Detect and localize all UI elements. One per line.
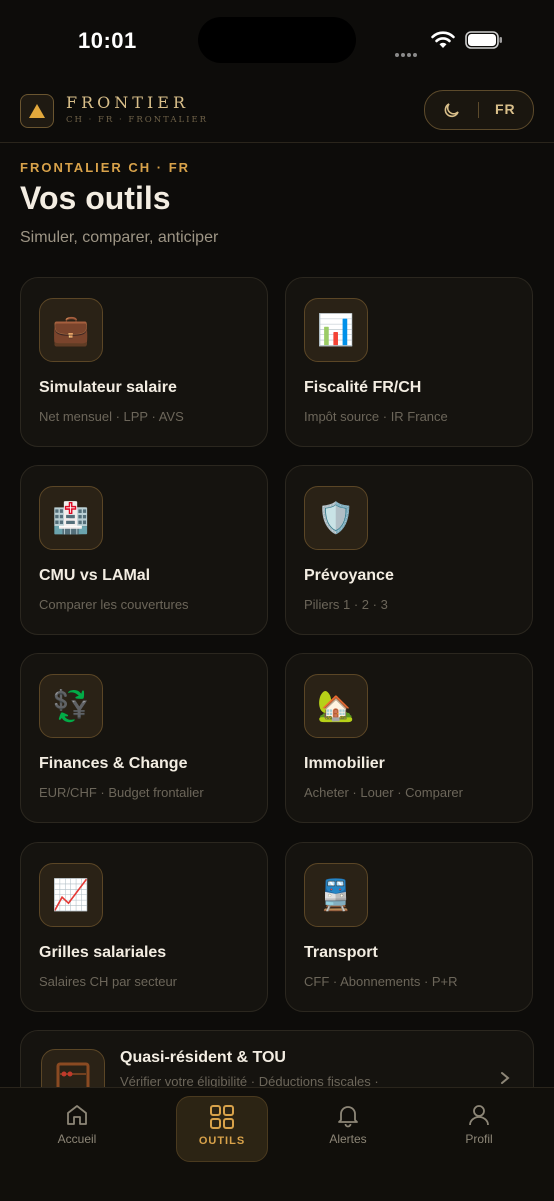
tool-card-subtitle: Impôt source · IR France: [304, 409, 448, 424]
tab-label: OUTILS: [198, 1135, 246, 1147]
language-button[interactable]: FR: [495, 101, 516, 117]
train-icon: 🚆: [304, 863, 368, 927]
user-icon: [469, 1105, 489, 1126]
tool-card-prevoyance[interactable]: 🛡️ Prévoyance Piliers 1 · 2 · 3: [285, 465, 533, 635]
tool-card-fiscalite[interactable]: 📊 Fiscalité FR/CH Impôt source · IR Fran…: [285, 277, 533, 447]
theme-language-toggle[interactable]: FR: [424, 90, 534, 130]
bell-icon: [338, 1106, 358, 1128]
tool-card-grilles-salariales[interactable]: 📈 Grilles salariales Salaires CH par sec…: [20, 842, 268, 1012]
tool-card-title: Simulateur salaire: [39, 379, 177, 396]
tool-card-immobilier[interactable]: 🏡 Immobilier Acheter · Louer · Comparer: [285, 653, 533, 823]
tool-card-title: Transport: [304, 944, 378, 961]
tool-card-subtitle: Piliers 1 · 2 · 3: [304, 597, 388, 612]
brand-subtitle: CH · FR · FRONTALIER: [66, 115, 209, 125]
brand-name: FRONTIER: [66, 93, 189, 112]
tool-card-title: Immobilier: [304, 755, 385, 772]
tab-label: Alertes: [329, 1132, 367, 1146]
app-logo: [20, 94, 54, 128]
chevron-right-icon: [501, 1072, 510, 1084]
currency-exchange-icon: 💱: [39, 674, 103, 738]
battery-icon: [465, 31, 502, 49]
shield-icon: 🛡️: [304, 486, 368, 550]
tool-card-simulateur-salaire[interactable]: 💼 Simulateur salaire Net mensuel · LPP ·…: [20, 277, 268, 447]
cellular-signal-icon: [395, 44, 421, 57]
page-title: Vos outils: [20, 180, 171, 216]
tool-card-subtitle: Salaires CH par secteur: [39, 974, 177, 989]
app-header: FRONTIER CH · FR · FRONTALIER FR: [0, 80, 554, 143]
bar-chart-icon: 📊: [304, 298, 368, 362]
tool-card-title: CMU vs LAMal: [39, 567, 151, 584]
wifi-icon: [431, 31, 455, 48]
briefcase-icon: 💼: [39, 298, 103, 362]
tab-label: Accueil: [57, 1132, 97, 1146]
hospital-icon: 🏥: [39, 486, 103, 550]
dynamic-island: [198, 17, 356, 63]
tab-label: Profil: [465, 1132, 493, 1146]
tool-card-subtitle: Net mensuel · LPP · AVS: [39, 409, 184, 424]
moon-icon[interactable]: [443, 101, 461, 119]
tool-card-title: Grilles salariales: [39, 944, 167, 961]
triangle-logo-icon: [29, 104, 45, 118]
tool-card-title: Fiscalité FR/CH: [304, 379, 422, 396]
tool-card-subtitle: EUR/CHF · Budget frontalier: [39, 785, 204, 800]
page-subtitle: Simuler, comparer, anticiper: [20, 229, 219, 246]
section-eyebrow: FRONTALIER CH · FR: [20, 160, 191, 175]
status-bar: 10:01: [0, 0, 554, 80]
tab-alertes[interactable]: Alertes: [303, 1096, 393, 1160]
bottom-tab-bar: Accueil OUTILS Alertes Profil: [0, 1087, 554, 1201]
status-time: 10:01: [78, 28, 137, 53]
tool-card-subtitle: Acheter · Louer · Comparer: [304, 785, 463, 800]
tab-outils[interactable]: OUTILS: [176, 1096, 268, 1162]
tool-card-cmu-lamal[interactable]: 🏥 CMU vs LAMal Comparer les couvertures: [20, 465, 268, 635]
tool-card-subtitle: CFF · Abonnements · P+R: [304, 974, 458, 989]
tool-card-title: Quasi-résident & TOU: [120, 1049, 286, 1066]
tool-card-finances-change[interactable]: 💱 Finances & Change EUR/CHF · Budget fro…: [20, 653, 268, 823]
pill-divider: [478, 102, 479, 118]
tool-card-title: Finances & Change: [39, 755, 188, 772]
grid-icon: [210, 1105, 234, 1129]
chart-increasing-icon: 📈: [39, 863, 103, 927]
tab-profil[interactable]: Profil: [434, 1096, 524, 1160]
house-icon: 🏡: [304, 674, 368, 738]
home-icon: [67, 1105, 87, 1125]
tool-card-title: Prévoyance: [304, 567, 394, 584]
tool-card-subtitle: Comparer les couvertures: [39, 597, 189, 612]
tool-card-transport[interactable]: 🚆 Transport CFF · Abonnements · P+R: [285, 842, 533, 1012]
tab-accueil[interactable]: Accueil: [32, 1096, 122, 1160]
